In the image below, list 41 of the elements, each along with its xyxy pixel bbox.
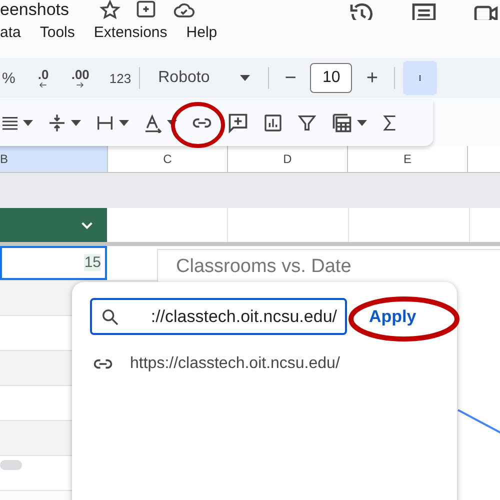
chart-line (458, 409, 500, 435)
font-dropdown[interactable]: Roboto (148, 69, 260, 87)
percent-button[interactable]: % (2, 63, 16, 93)
search-icon (100, 307, 120, 327)
arrow-icon (37, 80, 50, 88)
menu-item[interactable]: ata (0, 24, 28, 40)
menu-item[interactable]: Extensions (94, 24, 174, 40)
caret-icon (71, 120, 81, 126)
caret-icon (119, 120, 129, 126)
table-icon (331, 112, 353, 134)
column-header[interactable]: B (0, 146, 108, 172)
caret-icon (23, 120, 33, 126)
column-header[interactable]: E (348, 146, 468, 172)
chart-title: Classrooms vs. Date (176, 256, 352, 278)
folder-icon (135, 0, 157, 20)
text-rotation-icon (143, 113, 163, 133)
number-format-button[interactable]: 123 (109, 63, 132, 93)
column-header[interactable]: D (228, 146, 348, 172)
link-suggestion[interactable]: https://classtech.oit.ncsu.edu/ (90, 349, 439, 379)
column-header[interactable]: C (108, 146, 228, 172)
decrease-decimal-button[interactable]: .0 (37, 63, 50, 93)
star-icon (99, 0, 121, 20)
align-icon (1, 114, 19, 132)
caret-icon (357, 120, 367, 126)
menu-item[interactable]: Help (186, 24, 224, 40)
selected-cell[interactable]: 15 (0, 246, 107, 280)
increase-decimal-button[interactable]: .00 (71, 63, 90, 93)
link-field[interactable]: ://classtech.oit.ncsu.edu/ (90, 298, 347, 335)
annotation-circle (170, 101, 226, 149)
cell-value: 15 (84, 254, 101, 271)
chart-icon (263, 113, 283, 133)
menu-item[interactable]: Tools (40, 24, 82, 40)
increase-size-button[interactable]: + (358, 66, 386, 90)
caret-icon (240, 75, 250, 81)
filter-icon (297, 113, 317, 133)
scrollbar[interactable] (0, 460, 22, 470)
document-title: eenshots (0, 0, 69, 20)
vertical-align-icon (47, 113, 67, 133)
add-comment-icon (227, 112, 249, 134)
font-size-field[interactable]: 10 (310, 63, 352, 93)
decrease-size-button[interactable]: − (276, 66, 304, 90)
